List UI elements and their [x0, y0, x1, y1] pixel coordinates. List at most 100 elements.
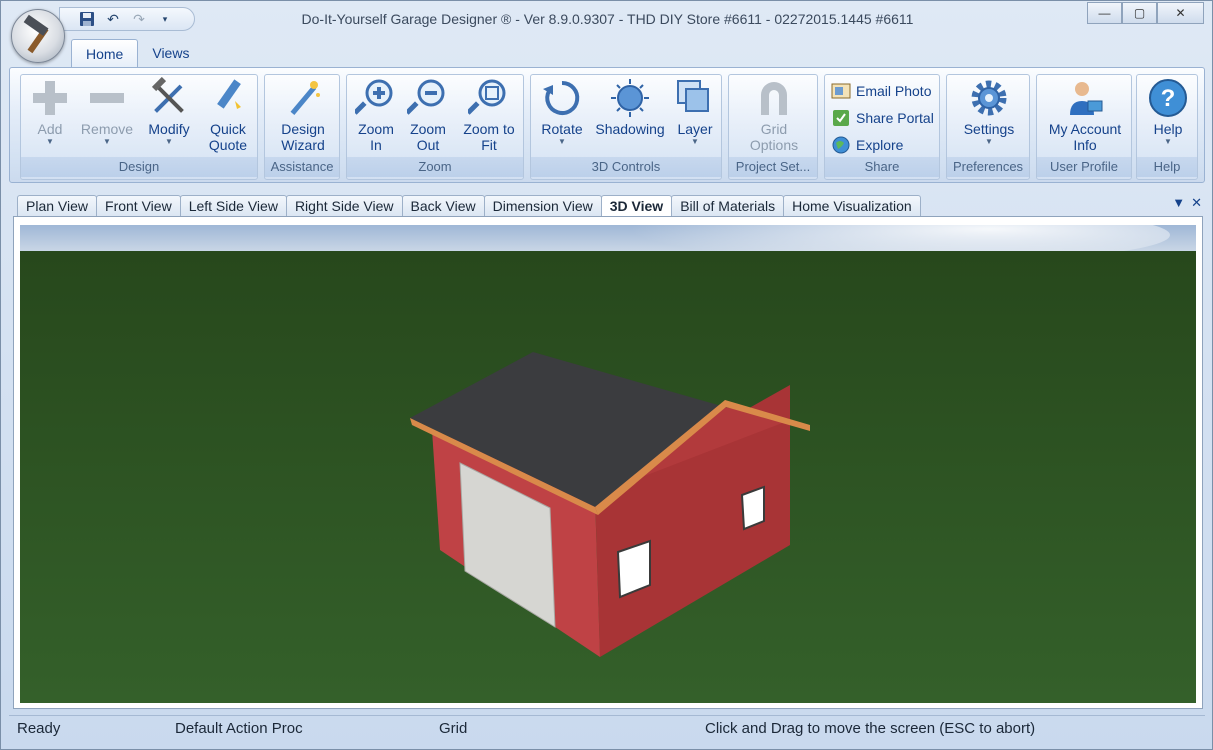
layers-icon [677, 80, 709, 112]
preferences-group: Settings ▼ Preferences [946, 74, 1030, 180]
rotate-label: Rotate [541, 121, 583, 137]
app-window: Do-It-Yourself Garage Designer ® - Ver 8… [0, 0, 1213, 750]
remove-button[interactable]: Remove ▼ [77, 77, 137, 147]
project-settings-group-label: Project Set... [729, 157, 817, 177]
my-account-label-1: My Account [1048, 121, 1122, 137]
tab-list-dropdown-icon[interactable]: ▼ [1172, 195, 1185, 211]
3d-viewport[interactable] [20, 225, 1196, 703]
zoom-to-fit-button[interactable]: Zoom to Fit [457, 77, 521, 153]
svg-text:?: ? [1161, 85, 1176, 112]
preferences-group-label: Preferences [947, 157, 1029, 177]
tab-home-visualization[interactable]: Home Visualization [783, 195, 921, 217]
my-account-info-button[interactable]: My Account Info [1041, 77, 1129, 153]
save-icon[interactable] [78, 11, 96, 27]
customize-dropdown-icon[interactable]: ▾ [156, 11, 174, 27]
ribbon: Add ▼ Remove ▼ Modify ▼ Quick Quote Desi… [9, 67, 1205, 183]
tab-right-side-view[interactable]: Right Side View [285, 195, 403, 217]
zoom-in-label-1: Zoom [358, 121, 394, 137]
side-window-back [740, 485, 765, 531]
grid-options-label-2: Options [749, 137, 799, 153]
help-group: ? Help ▼ Help [1136, 74, 1198, 180]
design-wizard-button[interactable]: Design Wizard [271, 77, 335, 153]
project-settings-group: Grid Options Project Set... [728, 74, 818, 180]
layer-label: Layer [677, 121, 713, 137]
rotate-icon [543, 80, 580, 115]
quote-pen-icon [217, 79, 241, 109]
tab-plan-view[interactable]: Plan View [17, 195, 98, 217]
explore-label: Explore [856, 137, 904, 153]
email-photo-icon [831, 83, 851, 99]
share-group: Email Photo Share Portal Explore Share [824, 74, 940, 180]
tab-3d-view[interactable]: 3D View [600, 195, 673, 217]
rotate-button[interactable]: Rotate ▼ [535, 77, 589, 147]
chevron-down-icon: ▼ [103, 137, 111, 146]
shadowing-button[interactable]: Shadowing [593, 77, 667, 137]
email-photo-button[interactable]: Email Photo [831, 79, 931, 103]
zoom-fit-icon [468, 79, 506, 115]
tab-left-side-view[interactable]: Left Side View [179, 195, 287, 217]
zoom-to-fit-label-2: Fit [481, 137, 497, 153]
tab-front-view[interactable]: Front View [96, 195, 181, 217]
tools-icon [151, 77, 184, 113]
redo-icon[interactable]: ↷ [130, 11, 148, 27]
chevron-down-icon: ▼ [691, 137, 699, 146]
gear-icon [971, 80, 1007, 116]
window-controls: — ▢ ✕ [1087, 2, 1204, 24]
share-portal-icon [833, 110, 849, 126]
settings-button[interactable]: Settings ▼ [955, 77, 1023, 147]
title-bar: Do-It-Yourself Garage Designer ® - Ver 8… [1, 1, 1212, 37]
help-group-label: Help [1137, 157, 1197, 177]
assistance-group-label: Assistance [265, 157, 339, 177]
grid-options-label-1: Grid [760, 121, 788, 137]
3d-view-panel [13, 216, 1203, 709]
explore-button[interactable]: Explore [831, 133, 903, 157]
status-grid: Grid [439, 720, 468, 737]
zoom-in-icon [355, 79, 393, 115]
share-group-label: Share [825, 157, 939, 177]
modify-label: Modify [148, 121, 190, 137]
assistance-group: Design Wizard Assistance [264, 74, 340, 180]
zoom-group: Zoom In Zoom Out Zoom to Fit Zoom [346, 74, 524, 180]
globe-icon [832, 136, 850, 154]
close-tab-icon[interactable]: ✕ [1191, 195, 1202, 211]
close-button[interactable]: ✕ [1157, 2, 1204, 24]
3d-controls-group: Rotate ▼ Shadowing Layer ▼ 3D Controls [530, 74, 722, 180]
chevron-down-icon: ▼ [558, 137, 566, 146]
ribbon-tab-strip: Home Views [71, 39, 203, 68]
shadowing-label: Shadowing [595, 121, 665, 137]
settings-label: Settings [963, 121, 1015, 137]
add-label: Add [37, 121, 63, 137]
layer-button[interactable]: Layer ▼ [671, 77, 719, 147]
tab-dimension-view[interactable]: Dimension View [483, 195, 602, 217]
modify-button[interactable]: Modify ▼ [141, 77, 197, 147]
ribbon-tab-views[interactable]: Views [138, 39, 203, 68]
design-wizard-label-2: Wizard [281, 137, 325, 153]
ribbon-tab-home[interactable]: Home [71, 39, 139, 68]
share-portal-button[interactable]: Share Portal [831, 106, 934, 130]
view-tab-strip: Plan View Front View Left Side View Righ… [17, 195, 921, 217]
design-group: Add ▼ Remove ▼ Modify ▼ Quick Quote Desi… [20, 74, 258, 180]
tab-bill-of-materials[interactable]: Bill of Materials [671, 195, 785, 217]
tab-back-view[interactable]: Back View [401, 195, 485, 217]
chevron-down-icon: ▼ [985, 137, 993, 146]
minimize-button[interactable]: — [1087, 2, 1122, 24]
plus-icon [33, 81, 67, 115]
maximize-button[interactable]: ▢ [1122, 2, 1157, 24]
quick-quote-button[interactable]: Quick Quote [201, 77, 255, 153]
tab-controls: ▼ ✕ [1172, 195, 1202, 211]
grid-options-button[interactable]: Grid Options [739, 77, 809, 153]
application-menu-button[interactable] [11, 9, 65, 63]
help-button[interactable]: ? Help ▼ [1143, 77, 1193, 147]
sun-icon [611, 79, 649, 117]
undo-icon[interactable]: ↶ [104, 11, 122, 27]
zoom-in-button[interactable]: Zoom In [351, 77, 401, 153]
chevron-down-icon: ▼ [1164, 137, 1172, 146]
chevron-down-icon: ▼ [165, 137, 173, 146]
magnet-icon [761, 82, 787, 115]
zoom-out-button[interactable]: Zoom Out [403, 77, 453, 153]
status-bar: Ready Default Action Proc Grid Click and… [9, 715, 1205, 741]
add-button[interactable]: Add ▼ [25, 77, 75, 147]
remove-label: Remove [80, 121, 134, 137]
status-ready: Ready [17, 720, 61, 737]
magic-wand-icon [290, 81, 320, 115]
